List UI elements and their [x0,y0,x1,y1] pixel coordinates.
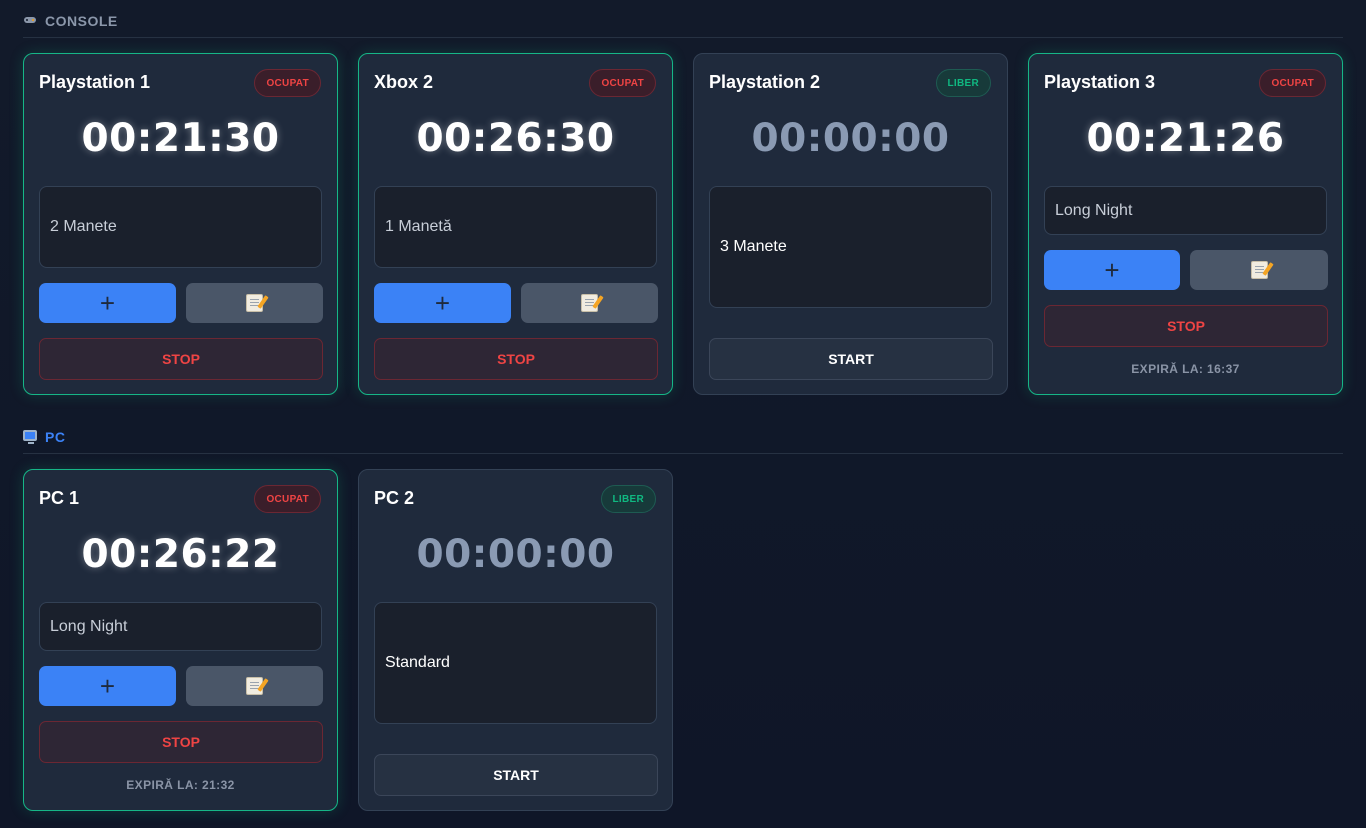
stop-button[interactable]: STOP [39,338,323,380]
station-name: Xbox 2 [374,72,434,92]
section-title-console: CONSOLE [45,13,118,29]
station-card-pc-1: PC 1 OCUPAT 00:26:22 Long Night + STOP E… [23,469,338,811]
session-timer: 00:00:00 [416,532,615,577]
memo-icon [581,294,598,312]
status-badge: OCUPAT [589,69,656,97]
expiry-label: EXPIRĂ LA: 16:37 [1131,362,1240,376]
station-name: PC 1 [39,488,80,508]
package-field[interactable]: 2 Manete [39,186,322,268]
stop-button[interactable]: STOP [39,721,323,763]
add-time-button[interactable]: + [1044,250,1180,290]
edit-button[interactable] [1190,250,1328,290]
add-time-button[interactable]: + [39,283,176,323]
section-header-console: CONSOLE [23,9,1343,38]
memo-icon [246,677,263,695]
station-card-playstation-1: Playstation 1 OCUPAT 00:21:30 2 Manete +… [23,53,338,395]
memo-icon [246,294,263,312]
section-title-pc: PC [45,429,66,445]
edit-button[interactable] [521,283,658,323]
monitor-icon [23,430,39,444]
session-timer: 00:00:00 [751,116,950,161]
station-name: Playstation 3 [1044,72,1156,92]
section-header-pc: PC [23,425,1343,454]
status-badge: OCUPAT [254,69,321,97]
start-button[interactable]: START [709,338,993,380]
add-time-button[interactable]: + [39,666,176,706]
status-badge: OCUPAT [254,485,321,513]
session-timer: 00:26:30 [416,116,615,161]
status-badge: LIBER [935,69,991,97]
session-timer: 00:21:26 [1086,116,1285,161]
station-name: Playstation 2 [709,72,821,92]
memo-icon [1250,261,1268,279]
add-time-button[interactable]: + [374,283,511,323]
status-badge: OCUPAT [1259,69,1326,97]
start-button[interactable]: START [374,754,658,796]
station-card-pc-2: PC 2 LIBER 00:00:00 Standard START [358,469,673,811]
station-card-xbox-2: Xbox 2 OCUPAT 00:26:30 1 Manetă + STOP [358,53,673,395]
station-card-playstation-2: Playstation 2 LIBER 00:00:00 3 Manete ST… [693,53,1008,395]
package-select[interactable]: 3 Manete [709,186,992,308]
gamepad-icon [23,14,39,28]
station-card-playstation-3: Playstation 3 OCUPAT 00:21:26 Long Night… [1028,53,1343,395]
station-name: PC 2 [374,488,415,508]
session-timer: 00:26:22 [81,532,280,577]
package-field[interactable]: Long Night [39,602,322,651]
edit-button[interactable] [186,666,323,706]
package-field[interactable]: Long Night [1044,186,1327,235]
expiry-label: EXPIRĂ LA: 21:32 [126,778,235,792]
stop-button[interactable]: STOP [1044,305,1328,347]
status-badge: LIBER [600,485,656,513]
package-select[interactable]: Standard [374,602,657,724]
station-name: Playstation 1 [39,72,151,92]
stop-button[interactable]: STOP [374,338,658,380]
edit-button[interactable] [186,283,323,323]
package-field[interactable]: 1 Manetă [374,186,657,268]
session-timer: 00:21:30 [81,116,280,161]
